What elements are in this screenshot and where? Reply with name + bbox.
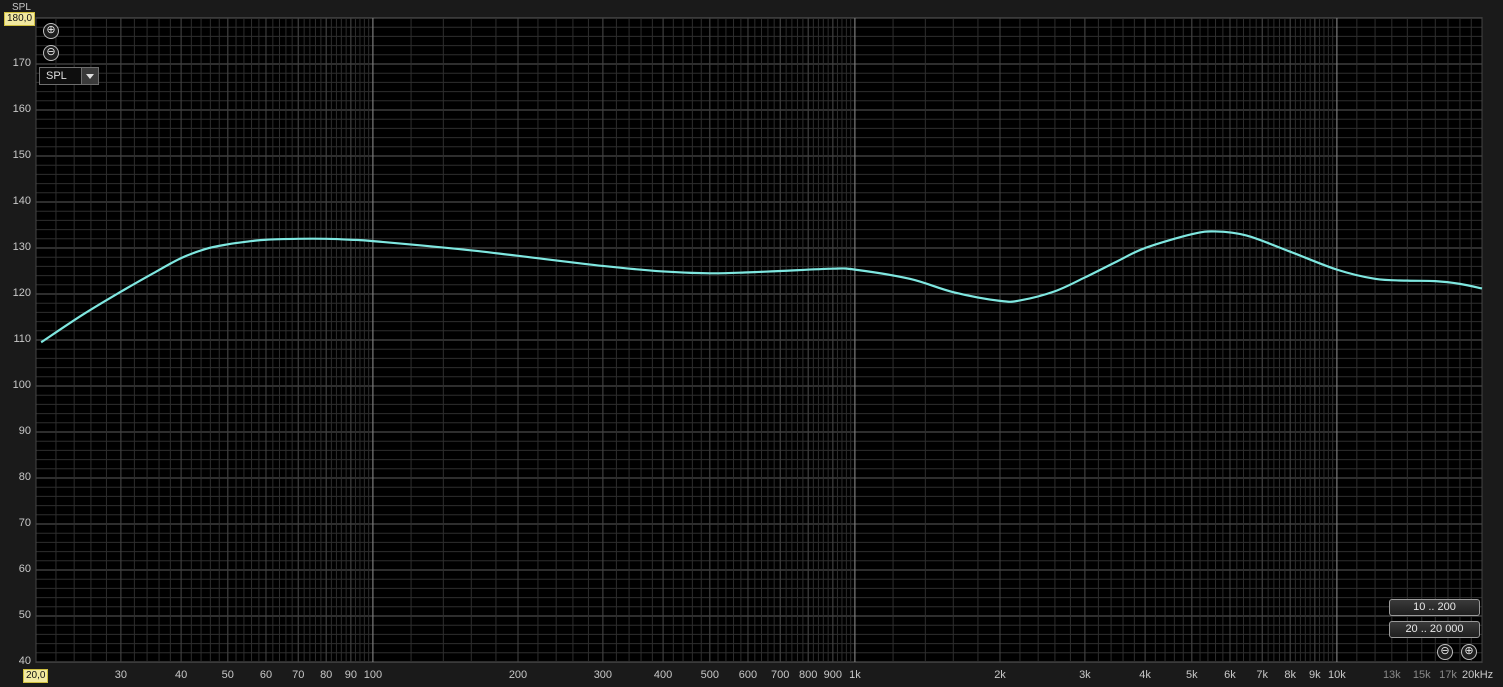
x-tick-label: 50 [221, 669, 234, 681]
y-tick-label: 110 [13, 333, 31, 345]
x-tick-label: 500 [700, 669, 719, 681]
x-tick-label: 40 [174, 669, 188, 681]
x-tick-label: 4k [1139, 669, 1151, 681]
range-20-20000-button[interactable]: 20 .. 20 000 [1389, 621, 1480, 638]
x-min-badge[interactable]: 20,0 [23, 669, 49, 683]
x-zoom-out-icon[interactable]: ⊖ [1437, 644, 1453, 660]
y-tick-label: 100 [12, 379, 31, 391]
y-tick-label: 70 [18, 517, 31, 529]
y-tick-label: 170 [12, 57, 31, 69]
x-zoom-in-icon[interactable]: ⊕ [1461, 644, 1477, 660]
x-tick-label: 1k [849, 669, 861, 681]
x-tick-label: 200 [508, 669, 528, 681]
y-tick-label: 140 [12, 195, 31, 207]
zoom-out-icon[interactable]: ⊖ [43, 45, 59, 61]
y-tick-label: 120 [12, 287, 31, 299]
x-tick-label: 20kHz [1462, 669, 1494, 681]
y-tick-label: 80 [18, 471, 31, 483]
x-tick-label: 3k [1079, 669, 1091, 681]
y-tick-label: 130 [12, 241, 31, 253]
mode-select-value: SPL [46, 70, 67, 82]
x-tick-label: 10k [1328, 669, 1346, 681]
x-tick-label: 30 [114, 669, 127, 681]
x-tick-label: 400 [653, 669, 673, 681]
y-tick-label: 150 [12, 149, 31, 161]
x-tick-label: 2k [994, 669, 1006, 681]
range-10-200-button[interactable]: 10 .. 200 [1389, 599, 1480, 616]
mode-select[interactable]: SPL [39, 67, 99, 85]
y-tick-label: 90 [18, 425, 31, 437]
x-tick-label: 5k [1185, 669, 1198, 681]
y-tick-label: 40 [18, 655, 31, 667]
y-tick-label: 160 [12, 103, 31, 115]
y-tick-label: 50 [18, 609, 31, 621]
x-tick-label: 300 [593, 669, 613, 681]
y-tick-label: 60 [18, 563, 31, 575]
response-plot[interactable] [0, 0, 1503, 687]
y-max-badge[interactable]: 180,0 [4, 12, 36, 26]
zoom-in-icon[interactable]: ⊕ [43, 23, 59, 39]
chevron-down-icon[interactable] [81, 68, 98, 84]
x-tick-label: 100 [363, 669, 383, 681]
